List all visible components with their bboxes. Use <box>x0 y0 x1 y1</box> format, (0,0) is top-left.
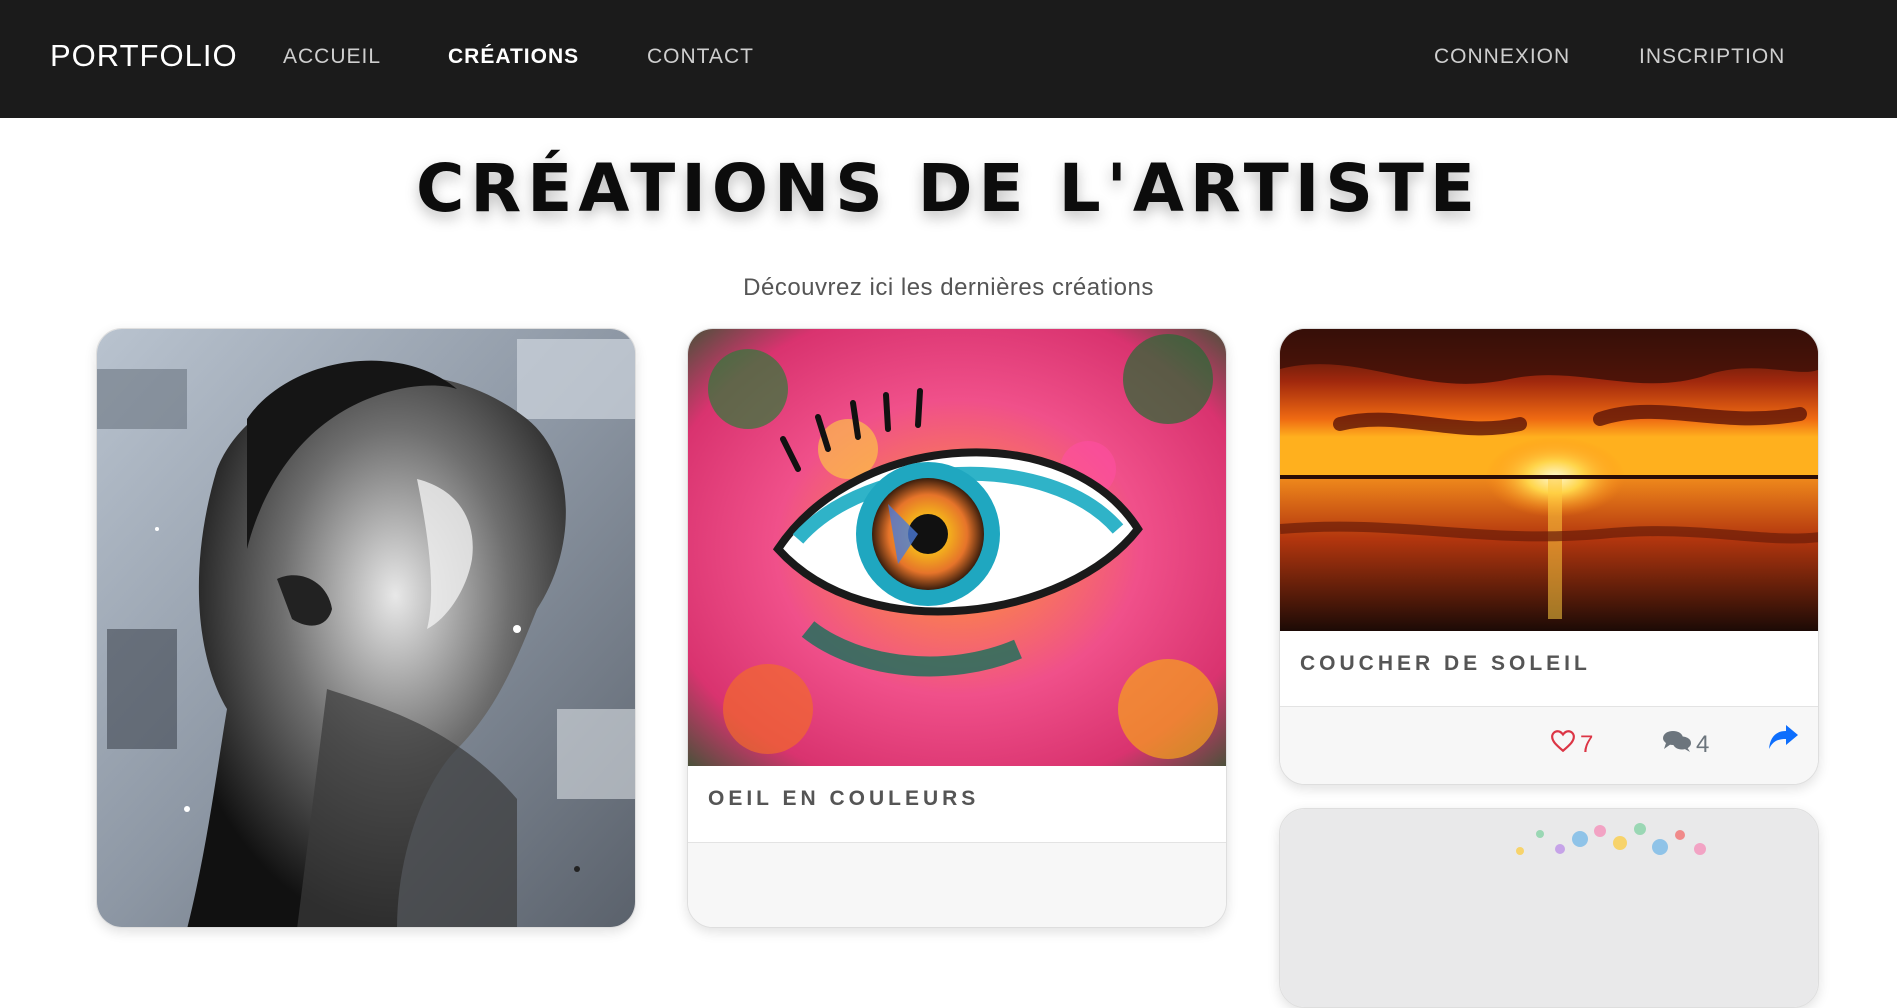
card-footer <box>688 842 1226 927</box>
nav-link-accueil[interactable]: ACCUEIL <box>283 45 381 69</box>
nav-link-creations[interactable]: CRÉATIONS <box>448 45 579 69</box>
share-icon[interactable] <box>1767 725 1799 755</box>
card-footer: 7 4 <box>1280 706 1818 784</box>
confetti-artwork-image <box>1280 809 1818 1007</box>
top-navbar: PORTFOLIO ACCUEIL CRÉATIONS CONTACT CONN… <box>0 0 1897 118</box>
creation-card[interactable] <box>1279 808 1819 1008</box>
creation-title: OEIL EN COULEURS <box>708 787 980 810</box>
grayscale-portrait-painting-thumbnail[interactable] <box>97 329 635 927</box>
sunset-lake-photo-thumbnail[interactable] <box>1280 329 1818 631</box>
comment-counter[interactable]: 4 <box>1662 729 1709 760</box>
eye-artwork-image <box>688 329 1226 766</box>
share-button[interactable] <box>1767 723 1799 756</box>
brand-logo[interactable]: PORTFOLIO <box>50 38 238 74</box>
sunset-artwork-image <box>1280 329 1818 631</box>
page-subtitle: Découvrez ici les dernières créations <box>743 274 1154 301</box>
like-counter[interactable]: 7 <box>1550 729 1593 760</box>
pastel-confetti-artwork-thumbnail[interactable] <box>1280 809 1818 1007</box>
login-link[interactable]: CONNEXION <box>1434 45 1570 69</box>
heart-icon[interactable] <box>1550 729 1576 760</box>
creation-card[interactable]: OEIL EN COULEURS <box>687 328 1227 928</box>
portrait-artwork-image <box>97 329 635 927</box>
like-count: 7 <box>1580 730 1594 758</box>
page-title: CRÉATIONS DE L'ARTISTE <box>416 150 1481 227</box>
colorful-eye-painting-thumbnail[interactable] <box>688 329 1226 766</box>
creation-card[interactable] <box>96 328 636 928</box>
creation-title: COUCHER DE SOLEIL <box>1300 652 1591 675</box>
comment-count: 4 <box>1696 730 1710 758</box>
register-link[interactable]: INSCRIPTION <box>1639 45 1785 69</box>
creation-card[interactable]: COUCHER DE SOLEIL 7 4 <box>1279 328 1819 785</box>
comments-icon[interactable] <box>1662 729 1692 760</box>
nav-link-contact[interactable]: CONTACT <box>647 45 754 69</box>
